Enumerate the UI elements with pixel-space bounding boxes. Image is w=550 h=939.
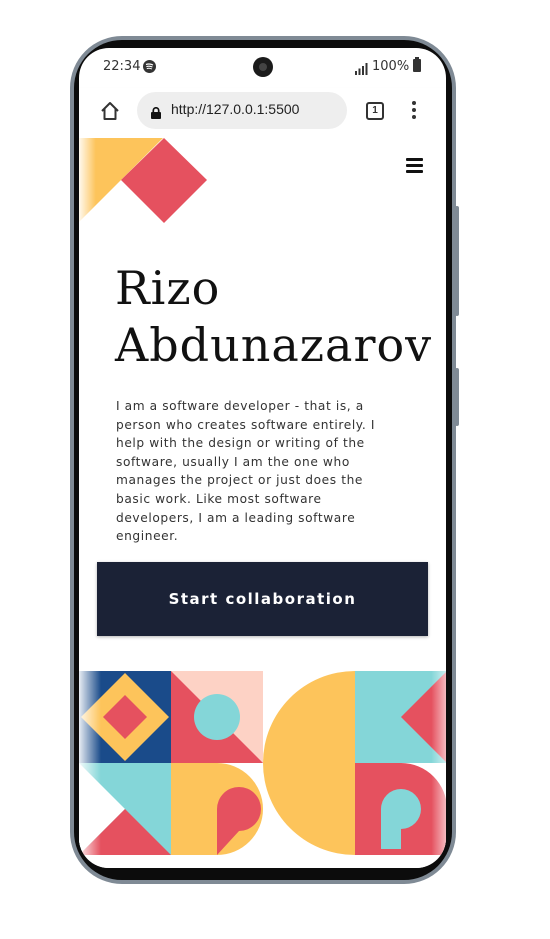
spotify-icon <box>143 60 156 73</box>
start-collaboration-button[interactable]: Start collaboration <box>97 562 428 636</box>
title-first-name: Rizo <box>115 261 221 315</box>
volume-button <box>455 206 459 316</box>
status-bar: 22:34 100% <box>79 48 446 88</box>
tabs-icon[interactable]: 1 <box>366 102 384 120</box>
home-icon[interactable] <box>99 100 121 122</box>
browser-toolbar: http://127.0.0.1:5500 1 <box>79 88 446 138</box>
bio-text: I am a software developer - that is, a p… <box>116 399 376 544</box>
battery-icon <box>413 57 421 72</box>
signal-icon <box>355 60 369 79</box>
power-button <box>455 368 459 426</box>
hamburger-menu-icon[interactable] <box>406 158 423 176</box>
title-last-name: Abdunazarov <box>115 318 433 372</box>
status-time: 22:34 <box>103 59 141 74</box>
phone-screen: 22:34 100% http://127.0.0.1:5500 1 Rizo … <box>79 48 446 868</box>
battery-percent: 100% <box>372 59 410 74</box>
page-title: Rizo Abdunazarov <box>115 260 432 374</box>
web-page: Rizo Abdunazarov I am a software develop… <box>79 138 446 868</box>
more-vertical-icon[interactable] <box>412 101 416 122</box>
front-camera <box>253 57 273 77</box>
decorative-shapes-top <box>79 138 219 238</box>
address-bar[interactable]: http://127.0.0.1:5500 <box>137 92 347 129</box>
decorative-shapes-bottom <box>79 671 446 868</box>
lock-icon <box>151 104 161 123</box>
url-text: http://127.0.0.1:5500 <box>171 101 300 117</box>
